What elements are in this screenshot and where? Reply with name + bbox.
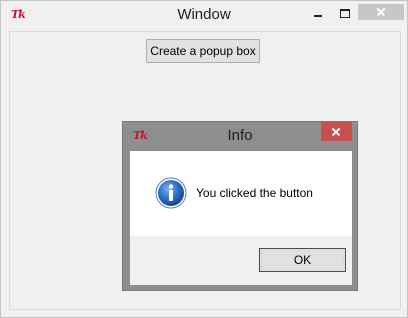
- ok-button[interactable]: OK: [259, 248, 346, 272]
- minimize-icon[interactable]: [304, 5, 332, 25]
- dialog-close-icon[interactable]: [321, 122, 352, 141]
- dialog-message: You clicked the button: [196, 186, 313, 200]
- dialog-titlebar[interactable]: Tk Info: [123, 122, 357, 151]
- main-titlebar[interactable]: Tk Window: [1, 1, 407, 31]
- dialog-body: You clicked the button OK: [130, 151, 352, 285]
- dialog-message-area: You clicked the button: [130, 151, 352, 236]
- info-dialog: Tk Info You clicked the button OK: [122, 121, 358, 291]
- create-popup-button[interactable]: Create a popup box: [146, 39, 260, 63]
- close-icon[interactable]: [358, 4, 404, 20]
- maximize-icon[interactable]: [332, 5, 358, 25]
- info-icon: [155, 177, 187, 209]
